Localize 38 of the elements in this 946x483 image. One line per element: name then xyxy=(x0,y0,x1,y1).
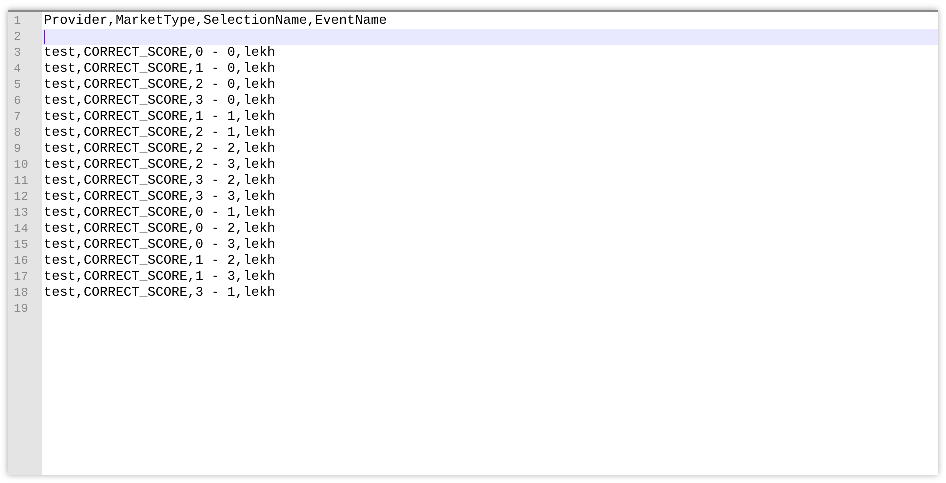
line-number: 13 xyxy=(14,205,28,221)
code-line: test,CORRECT_SCORE,1 - 3,lekh xyxy=(44,269,276,285)
line-number: 8 xyxy=(14,125,22,141)
line-number: 5 xyxy=(14,77,22,93)
text-editor[interactable] xyxy=(8,10,938,475)
code-line: test,CORRECT_SCORE,3 - 1,lekh xyxy=(44,285,276,301)
text-cursor xyxy=(44,30,45,44)
line-number: 4 xyxy=(14,61,22,77)
code-line: test,CORRECT_SCORE,0 - 1,lekh xyxy=(44,205,276,221)
code-line: Provider,MarketType,SelectionName,EventName xyxy=(44,13,388,29)
line-number: 7 xyxy=(14,109,22,125)
line-number: 9 xyxy=(14,141,22,157)
code-line: test,CORRECT_SCORE,1 - 2,lekh xyxy=(44,253,276,269)
code-line: test,CORRECT_SCORE,0 - 2,lekh xyxy=(44,221,276,237)
line-number: 10 xyxy=(14,157,28,173)
line-number: 16 xyxy=(14,253,28,269)
code-line: test,CORRECT_SCORE,3 - 3,lekh xyxy=(44,189,276,205)
line-number: 3 xyxy=(14,45,22,61)
code-line: test,CORRECT_SCORE,0 - 0,lekh xyxy=(44,45,276,61)
line-number: 1 xyxy=(14,13,22,29)
line-number: 19 xyxy=(14,301,28,317)
line-number: 14 xyxy=(14,221,28,237)
code-line: test,CORRECT_SCORE,2 - 3,lekh xyxy=(44,157,276,173)
code-line: test,CORRECT_SCORE,1 - 1,lekh xyxy=(44,109,276,125)
code-line: test,CORRECT_SCORE,2 - 0,lekh xyxy=(44,77,276,93)
line-number: 18 xyxy=(14,285,28,301)
line-number: 6 xyxy=(14,93,22,109)
line-number: 17 xyxy=(14,269,28,285)
code-line: test,CORRECT_SCORE,3 - 2,lekh xyxy=(44,173,276,189)
code-line: test,CORRECT_SCORE,3 - 0,lekh xyxy=(44,93,276,109)
code-line: test,CORRECT_SCORE,0 - 3,lekh xyxy=(44,237,276,253)
code-line: test,CORRECT_SCORE,2 - 1,lekh xyxy=(44,125,276,141)
line-number: 15 xyxy=(14,237,28,253)
code-line: test,CORRECT_SCORE,1 - 0,lekh xyxy=(44,61,276,77)
line-number: 2 xyxy=(14,29,22,45)
line-number: 11 xyxy=(14,173,28,189)
code-line: test,CORRECT_SCORE,2 - 2,lekh xyxy=(44,141,276,157)
line-number: 12 xyxy=(14,189,28,205)
